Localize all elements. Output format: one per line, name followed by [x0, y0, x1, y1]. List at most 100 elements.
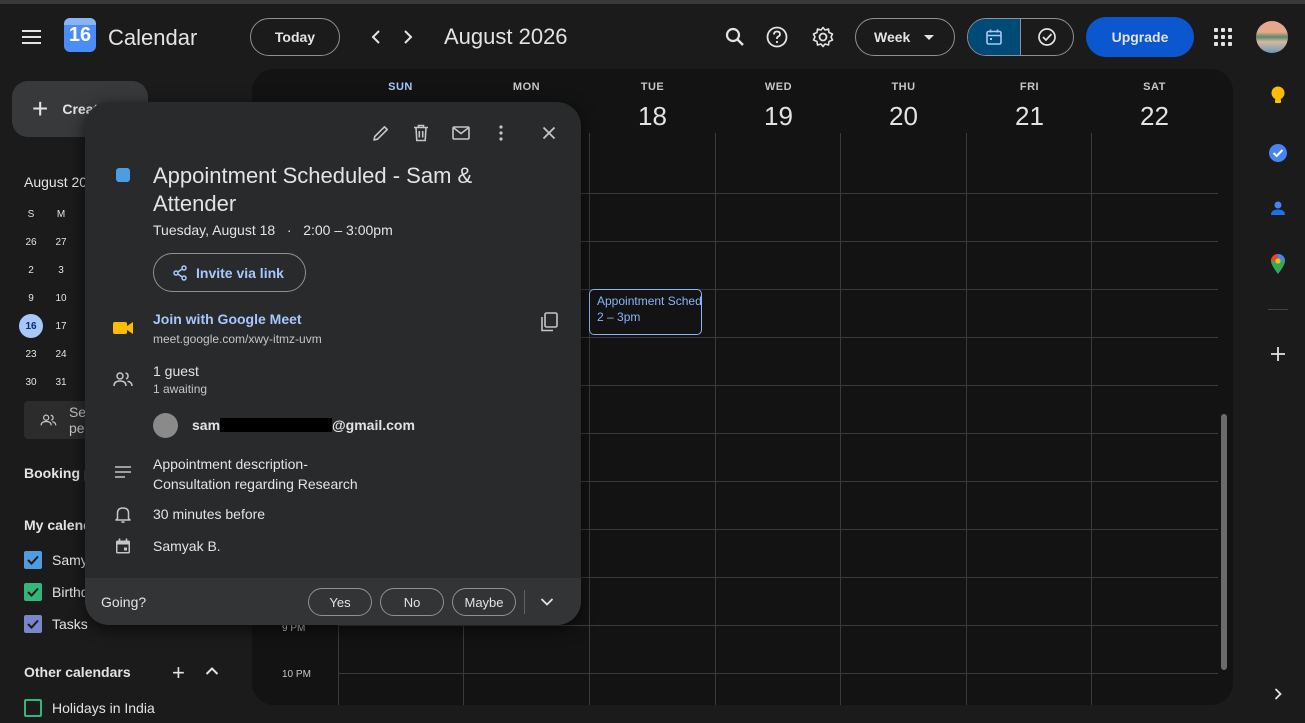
- rsvp-footer: Going? Yes No Maybe: [85, 578, 581, 625]
- rail-divider: [1268, 309, 1288, 310]
- day-header-wed[interactable]: WED 19: [716, 69, 841, 132]
- mini-day[interactable]: 2: [16, 265, 46, 276]
- event-reminder: 30 minutes before: [153, 506, 266, 522]
- mail-icon: [452, 126, 470, 140]
- rsvp-no-button[interactable]: No: [380, 588, 444, 616]
- footer-divider: [524, 590, 525, 614]
- calendar-item-label: Tasks: [52, 616, 88, 632]
- description-icon: [111, 460, 135, 484]
- help-button[interactable]: [764, 23, 790, 51]
- upgrade-button[interactable]: Upgrade: [1086, 17, 1194, 57]
- description-line: Consultation regarding Research: [153, 476, 358, 492]
- day-header-thu[interactable]: THU 20: [841, 69, 966, 132]
- grid-scrollbar[interactable]: [1221, 414, 1227, 670]
- guest-avatar: [153, 413, 178, 438]
- mini-day[interactable]: 30: [16, 377, 46, 388]
- guest-email-suffix: @gmail.com: [332, 417, 415, 433]
- search-button[interactable]: [722, 23, 748, 51]
- tasks-view-toggle[interactable]: [1021, 19, 1074, 55]
- chevron-down-icon[interactable]: [540, 594, 554, 612]
- copy-icon[interactable]: [537, 310, 561, 334]
- expand-panel-chevron-icon[interactable]: [1266, 682, 1290, 706]
- mini-day[interactable]: 3: [46, 265, 76, 276]
- calendar-view-toggle[interactable]: [968, 19, 1021, 55]
- event-date: Tuesday, August 18: [153, 222, 276, 238]
- trash-icon: [414, 124, 428, 142]
- app-header: 16 Calendar Today August 2026 Week Upgra…: [0, 4, 1305, 70]
- invite-via-link-button[interactable]: Invite via link: [153, 253, 306, 292]
- dot-separator: ·: [279, 222, 300, 238]
- event-chip-time: 2 – 3pm: [597, 310, 641, 324]
- add-calendar-plus-icon[interactable]: +: [172, 660, 185, 686]
- email-guests-button[interactable]: [448, 120, 474, 146]
- mini-day[interactable]: 31: [46, 377, 76, 388]
- add-addon-plus-icon[interactable]: [1266, 342, 1290, 366]
- time-label: 10 PM: [282, 669, 311, 680]
- mini-day[interactable]: 24: [46, 349, 76, 360]
- day-header-fri[interactable]: FRI 21: [967, 69, 1092, 132]
- plus-icon: +: [32, 93, 49, 124]
- account-avatar[interactable]: [1256, 21, 1288, 53]
- checkbox-checked-icon[interactable]: [24, 615, 42, 633]
- event-calendar-owner: Samyak B.: [153, 538, 221, 554]
- checkbox-unchecked-icon[interactable]: [24, 699, 42, 717]
- calendar-item-holidays[interactable]: Holidays in India: [24, 699, 155, 717]
- mini-day[interactable]: 27: [46, 237, 76, 248]
- chevron-up-icon[interactable]: [205, 663, 219, 681]
- more-options-button[interactable]: [488, 120, 514, 146]
- mini-day[interactable]: 23: [16, 349, 46, 360]
- main-menu-icon[interactable]: [22, 30, 42, 44]
- calendar-logo: 16: [64, 18, 96, 52]
- going-label: Going?: [101, 594, 147, 610]
- checkbox-checked-icon[interactable]: [24, 583, 42, 601]
- day-header-sat[interactable]: SAT 22: [1092, 69, 1217, 132]
- apps-grid-icon[interactable]: [1214, 28, 1232, 46]
- guest-count: 1 guest: [153, 363, 199, 379]
- today-button[interactable]: Today: [250, 18, 340, 56]
- join-google-meet-link[interactable]: Join with Google Meet: [153, 311, 302, 327]
- help-icon: [766, 26, 788, 48]
- event-color-swatch: [116, 168, 130, 182]
- mini-day-today[interactable]: 16: [19, 314, 43, 338]
- share-icon: [173, 264, 187, 281]
- guest-email[interactable]: sam @gmail.com: [192, 417, 415, 433]
- meet-url: meet.google.com/xwy-itmz-uvm: [153, 332, 322, 346]
- settings-button[interactable]: [810, 23, 836, 51]
- rsvp-yes-button[interactable]: Yes: [308, 588, 372, 616]
- google-meet-icon: [111, 316, 135, 340]
- rsvp-maybe-button[interactable]: Maybe: [452, 588, 516, 616]
- checkbox-checked-icon[interactable]: [24, 551, 42, 569]
- pencil-icon: [373, 126, 388, 141]
- view-selector[interactable]: Week: [855, 18, 955, 56]
- people-icon: [40, 414, 57, 426]
- day-header-tue[interactable]: TUE 18: [590, 69, 715, 132]
- caret-down-icon: [924, 34, 935, 40]
- maps-icon[interactable]: [1266, 252, 1290, 276]
- tasks-icon[interactable]: [1266, 141, 1290, 165]
- edit-event-button[interactable]: [368, 120, 394, 146]
- bell-icon: [111, 502, 135, 526]
- current-month-label: August 2026: [444, 24, 568, 49]
- keep-icon[interactable]: [1266, 84, 1290, 108]
- close-popup-button[interactable]: [536, 120, 562, 146]
- event-chip[interactable]: Appointment Scheduled - Sam & Attender 2…: [589, 289, 702, 335]
- calendar-icon: [985, 29, 1002, 45]
- mini-day[interactable]: 17: [46, 321, 76, 332]
- redaction-bar: [220, 418, 333, 432]
- more-vert-icon: [499, 125, 503, 141]
- guest-email-prefix: sam: [192, 417, 221, 433]
- calendar-item-tasks[interactable]: Tasks: [24, 615, 88, 633]
- weekday-letter: S: [27, 208, 35, 220]
- other-calendars-heading[interactable]: Other calendars: [24, 664, 131, 680]
- previous-week-button[interactable]: [364, 24, 388, 50]
- next-week-button[interactable]: [396, 24, 420, 50]
- mini-day[interactable]: 26: [16, 237, 46, 248]
- mini-day[interactable]: 10: [46, 293, 76, 304]
- contacts-icon[interactable]: [1266, 196, 1290, 220]
- chevron-left-icon: [371, 30, 380, 44]
- view-selector-label: Week: [874, 29, 911, 45]
- mini-day[interactable]: 9: [16, 293, 46, 304]
- calendar-item-label: Holidays in India: [52, 700, 155, 716]
- delete-event-button[interactable]: [408, 120, 434, 146]
- search-icon: [725, 27, 744, 46]
